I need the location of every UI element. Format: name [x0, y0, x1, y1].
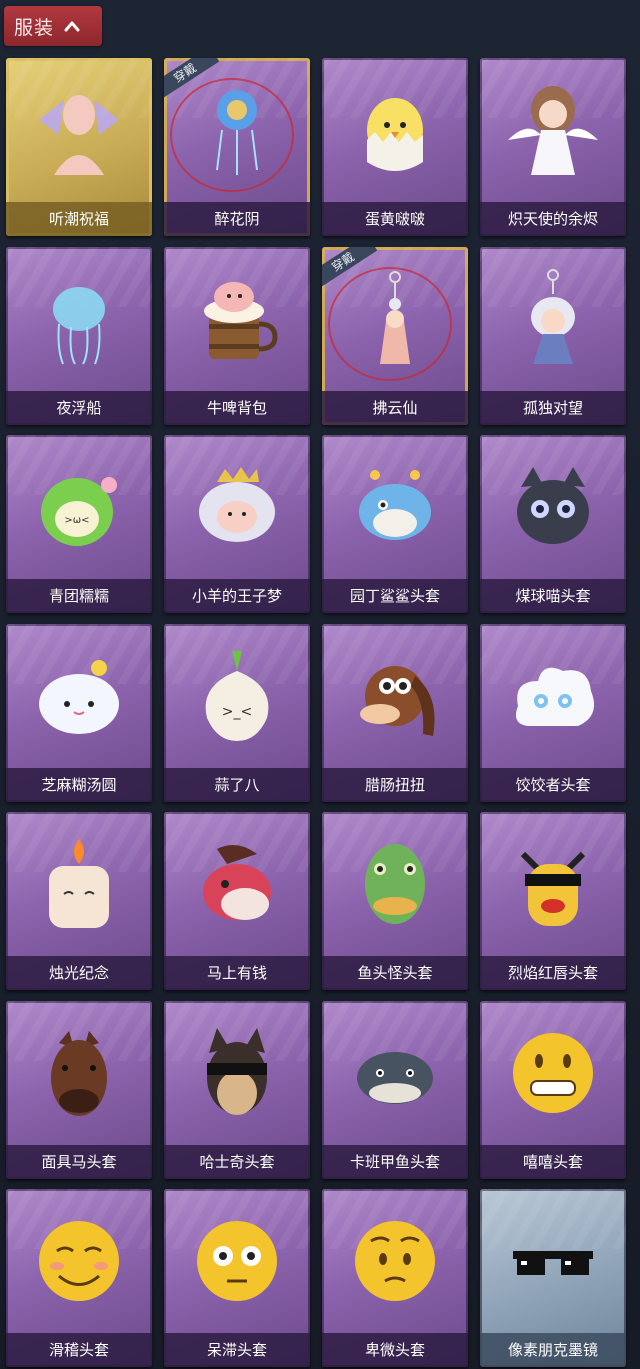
outfit-item-label: 面具马头套 [41, 1153, 117, 1171]
outfit-item-label: 醉花阴 [214, 210, 260, 228]
cloud-dumpling-icon [503, 646, 603, 746]
outfit-item-label: 青团糯糯 [48, 587, 109, 605]
outfit-item-card[interactable]: 小羊的王子梦 [164, 435, 310, 613]
outfit-item-label: 卡班甲鱼头套 [349, 1153, 440, 1171]
outfit-item-card[interactable]: >_< 蒜了八 [164, 624, 310, 802]
horse-mask-icon [29, 1023, 129, 1123]
outfit-item-card[interactable]: 马上有钱 [164, 812, 310, 990]
doll-pendant-icon [503, 269, 603, 369]
svg-text:>_<: >_< [222, 704, 252, 720]
outfit-item-label: 马上有钱 [206, 964, 267, 982]
funny-emoji-icon [29, 1211, 129, 1311]
green-mochi-icon: >ω< [29, 457, 129, 557]
outfit-item-card[interactable]: 卑微头套 [322, 1189, 468, 1367]
grin-emoji-icon [503, 1023, 603, 1123]
charm-pendant-icon [345, 269, 445, 369]
outfit-item-label: 芝麻糊汤圆 [41, 776, 117, 794]
section-title: 服装 [14, 16, 55, 39]
svg-text:>ω<: >ω< [64, 515, 89, 526]
outfit-item-label: 腊肠扭扭 [364, 776, 425, 794]
outfit-item-label: 像素朋克墨镜 [507, 1341, 598, 1359]
outfit-item-label: 饺饺者头套 [515, 776, 591, 794]
outfit-section-toggle[interactable]: 服装 [4, 6, 102, 46]
outfit-item-card[interactable]: 嘻嘻头套 [480, 1001, 626, 1179]
outfit-item-label: 牛啤背包 [206, 399, 267, 417]
garlic-icon: >_< [187, 646, 287, 746]
red-horse-icon [187, 834, 287, 934]
humble-emoji-icon [345, 1211, 445, 1311]
sheep-crown-icon [187, 457, 287, 557]
outfit-item-card[interactable]: 饺饺者头套 [480, 624, 626, 802]
candle-icon [29, 834, 129, 934]
outfit-item-card[interactable]: 牛啤背包 [164, 247, 310, 425]
outfit-screen: 服装 听潮祝福 穿戴 醉花阴蛋黄啵啵 炽天使的余烬夜浮船 牛啤背包 穿戴 拂云仙孤独对望 >ω… [0, 0, 640, 1369]
outfit-item-label: 炽天使的余烬 [507, 210, 598, 228]
outfit-item-label: 煤球喵头套 [515, 587, 591, 605]
outfit-item-card[interactable]: 芝麻糊汤圆 [6, 624, 152, 802]
rice-ball-icon [29, 646, 129, 746]
outfit-item-card[interactable]: 像素朋克墨镜 [480, 1189, 626, 1367]
outfit-item-card[interactable]: 呆滞头套 [164, 1189, 310, 1367]
outfit-item-label: 滑稽头套 [48, 1341, 109, 1359]
outfit-item-card[interactable]: >ω< 青团糯糯 [6, 435, 152, 613]
outfit-item-label: 鱼头怪头套 [357, 964, 433, 982]
outfit-item-label: 烛光纪念 [48, 964, 109, 982]
outfit-item-label: 烈焰红唇头套 [507, 964, 598, 982]
outfit-item-label: 蛋黄啵啵 [364, 210, 425, 228]
outfit-item-card[interactable]: 夜浮船 [6, 247, 152, 425]
outfit-item-card[interactable]: 穿戴 醉花阴 [164, 58, 310, 236]
yellow-mask-icon [503, 834, 603, 934]
dachshund-icon [345, 646, 445, 746]
outfit-item-card[interactable]: 穿戴 拂云仙 [322, 247, 468, 425]
outfit-item-card[interactable]: 煤球喵头套 [480, 435, 626, 613]
outfit-item-card[interactable]: 烈焰红唇头套 [480, 812, 626, 990]
outfit-item-card[interactable]: 烛光纪念 [6, 812, 152, 990]
outfit-item-label: 听潮祝福 [48, 210, 109, 228]
chick-egg-icon [345, 80, 445, 180]
stare-emoji-icon [187, 1211, 287, 1311]
outfit-item-card[interactable]: 听潮祝福 [6, 58, 152, 236]
beer-mug-cow-icon [187, 269, 287, 369]
outfit-item-label: 园丁鲨鲨头套 [349, 587, 440, 605]
outfit-item-card[interactable]: 哈士奇头套 [164, 1001, 310, 1179]
fish-mask-icon [345, 834, 445, 934]
outfit-item-card[interactable]: 蛋黄啵啵 [322, 58, 468, 236]
outfit-item-card[interactable]: 腊肠扭扭 [322, 624, 468, 802]
pixel-sunglasses-icon [503, 1211, 603, 1311]
jellyfish-icon [29, 269, 129, 369]
shark-bee-icon [345, 457, 445, 557]
angel-doll-icon [503, 80, 603, 180]
outfit-item-label: 哈士奇头套 [199, 1153, 275, 1171]
chevron-up-icon [64, 21, 80, 32]
husky-icon [187, 1023, 287, 1123]
outfit-item-card[interactable]: 卡班甲鱼头套 [322, 1001, 468, 1179]
black-cat-icon [503, 457, 603, 557]
outfit-item-label: 小羊的王子梦 [191, 587, 282, 605]
outfit-item-card[interactable]: 孤独对望 [480, 247, 626, 425]
turtle-head-icon [345, 1023, 445, 1123]
outfit-item-label: 拂云仙 [372, 399, 418, 417]
outfit-item-card[interactable]: 炽天使的余烬 [480, 58, 626, 236]
outfit-item-card[interactable]: 滑稽头套 [6, 1189, 152, 1367]
outfit-item-label: 嘻嘻头套 [522, 1153, 583, 1171]
outfit-item-label: 夜浮船 [56, 399, 102, 417]
outfit-item-label: 孤独对望 [522, 399, 583, 417]
outfit-item-card[interactable]: 面具马头套 [6, 1001, 152, 1179]
outfit-item-label: 蒜了八 [214, 776, 260, 794]
outfit-item-card[interactable]: 鱼头怪头套 [322, 812, 468, 990]
mannequin-wings-icon [29, 80, 129, 180]
outfit-grid: 听潮祝福 穿戴 醉花阴蛋黄啵啵 炽天使的余烬夜浮船 牛啤背包 穿戴 拂云仙孤独对望 >ω< 青团… [6, 58, 636, 1367]
outfit-item-label: 卑微头套 [364, 1341, 425, 1359]
flower-ornament-icon [187, 80, 287, 180]
outfit-item-label: 呆滞头套 [206, 1341, 267, 1359]
outfit-item-card[interactable]: 园丁鲨鲨头套 [322, 435, 468, 613]
